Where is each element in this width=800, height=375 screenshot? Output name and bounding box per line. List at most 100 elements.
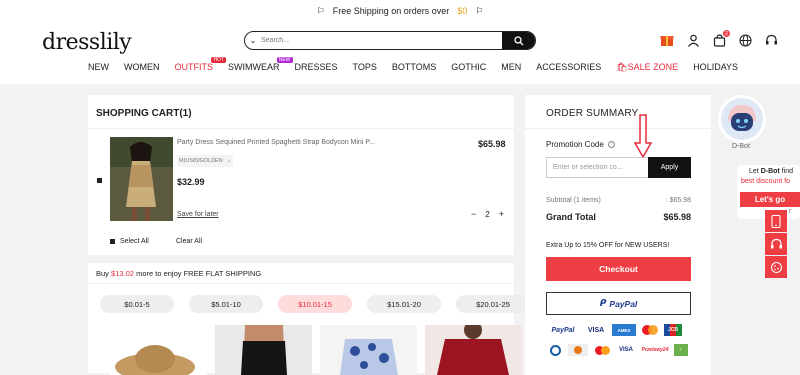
visa-electron-logo: VISA [618,347,633,353]
free-shipping-message: Buy $13.02 more to enjoy FREE FLAT SHIPP… [96,269,262,278]
shopping-cart-panel: SHOPPING CART(1) Party Dress Sequined Pr… [88,95,514,255]
nav-holidays[interactable]: HOLIDAYS [693,62,753,73]
save-for-later-link[interactable]: Save for later [177,211,219,218]
cookie-settings-button[interactable] [765,256,787,278]
nav-sale-zone[interactable]: 🛍SALE ZONE [616,62,693,73]
header-icons: 2 [660,30,778,47]
nav-accessories[interactable]: ACCESSORIES [536,62,616,73]
grand-total-label: Grand Total [546,212,596,222]
bag-count-badge: 2 [723,30,730,37]
nav-dresses[interactable]: DRESSES [295,62,353,73]
price-range-tab[interactable]: $20.01-25 [456,295,530,313]
hot-tag: HOT [211,57,226,63]
dbot-line1: Let D-Bot find [749,168,793,175]
product-title[interactable]: Party Dress Sequined Printed Spaghetti S… [177,139,375,146]
cookie-icon [770,261,782,273]
variant-selector[interactable]: M(US8)/GOLDEN ⌄ [177,155,234,167]
quantity-value: 2 [485,209,490,219]
select-all-checkbox[interactable] [110,239,115,244]
paypal-logo: PayPal [551,326,575,334]
addon-product-swimsuit[interactable] [320,325,417,375]
bag-icon[interactable]: 2 [712,30,730,47]
nav-women[interactable]: WOMEN [124,62,175,73]
headset-icon[interactable] [764,33,778,47]
nav-new[interactable]: NEW [88,62,124,73]
select-all[interactable]: Select All [110,238,149,245]
dbot-line2: best discount fo [741,178,791,185]
jcb-logo: JCB [664,324,682,336]
maestro-logo [592,344,612,356]
price-range-tabs: $0.01-5 $5.01-10 $10.01-15 $15.01-20 $20… [100,295,530,313]
flag-icon-left: ⚐ [316,5,325,16]
minus-icon[interactable]: − [471,209,476,219]
chevron-down-icon: ⌄ [226,158,232,164]
price-range-tab-active[interactable]: $10.01-15 [278,295,352,313]
globe-icon[interactable] [738,33,752,47]
visa-logo: VISA [587,326,605,334]
nav-bottoms[interactable]: BOTTOMS [392,62,451,73]
order-summary-panel: ORDER SUMMARY Promotion Code ? Enter or … [525,95,711,375]
flag-icon-right: ⚐ [475,5,484,16]
amex-logo: AMEX [612,324,636,336]
user-icon[interactable] [686,33,700,47]
paypal-icon: ᑭ [599,298,607,308]
price-range-tab[interactable]: $0.01-5 [100,295,174,313]
price-range-tab[interactable]: $5.01-10 [189,295,263,313]
free-shipping-addon: Buy $13.02 more to enjoy FREE FLAT SHIPP… [88,263,530,375]
new-tag: NEW [276,57,293,63]
site-logo[interactable]: dresslily [42,30,132,55]
addon-product-hat[interactable] [110,325,207,375]
addon-product-shorts[interactable] [215,325,312,375]
sale-bag-icon: 🛍 [616,62,628,72]
nav-gothic[interactable]: GOTHIC [451,62,501,73]
lets-go-button[interactable]: Let's go [740,192,800,207]
mastercard-logo [640,324,660,336]
search-input[interactable] [261,32,502,49]
search-button[interactable] [502,32,535,49]
dbot-label: D-Bot [732,143,750,150]
banner-amount: $0 [457,6,468,16]
divider [88,283,514,284]
grand-total-row: Grand Total $65.98 [546,212,691,222]
discover-logo [568,344,588,356]
clear-all-link[interactable]: Clear All [176,238,202,245]
help-icon[interactable]: ? [607,141,615,148]
select-all-label: Select All [120,238,149,245]
headset-icon [770,238,782,248]
gift-icon[interactable] [660,33,674,47]
diners-logo [546,344,564,356]
subtotal-label: Subtotal (1 items) [546,197,601,204]
mobile-app-button[interactable] [765,210,787,232]
promo-code-input[interactable]: Enter or selection co... [546,157,648,178]
paypal-button[interactable]: ᑭ PayPal [546,292,691,315]
product-image[interactable] [110,137,173,221]
nav-tops[interactable]: TOPS [353,62,392,73]
payment-methods-row: VISA Przelewy24 ✓ [546,344,688,356]
zip-logo: ✓ [674,344,688,356]
addon-product-top[interactable] [425,325,522,375]
down-arrow-icon [634,114,652,159]
subtotal-row: Subtotal (1 items) : $65.98 [546,197,691,204]
apply-button[interactable]: Apply [648,157,691,178]
chevron-down-icon[interactable]: ⌄ [245,36,261,45]
sale-price: $32.99 [177,177,205,187]
price-range-tab[interactable]: $15.01-20 [367,295,441,313]
new-user-promo-text: Extra Up to 15% OFF for NEW USERS! [546,242,670,249]
item-checkbox[interactable] [97,178,102,183]
product-price: $65.98 [478,139,506,149]
customer-service-button[interactable] [765,233,787,255]
dbot-peek-text: r [789,208,792,215]
nav-men[interactable]: MEN [501,62,536,73]
divider [525,128,711,129]
nav-outfits[interactable]: OUTFITS HOT [175,57,229,73]
banner-text: Free Shipping on orders over [332,6,450,16]
plus-icon[interactable]: + [499,209,504,219]
variant-label: M(US8)/GOLDEN [179,158,223,164]
divider [88,128,514,129]
nav-swimwear[interactable]: SWIMWEAR NEW [228,57,295,73]
grand-total-value: $65.98 [663,212,691,222]
checkout-button[interactable]: Checkout [546,257,691,281]
dbot-avatar[interactable] [718,95,766,143]
search-icon [513,35,523,45]
payment-methods-row: PayPal VISA AMEX JCB [546,324,682,336]
